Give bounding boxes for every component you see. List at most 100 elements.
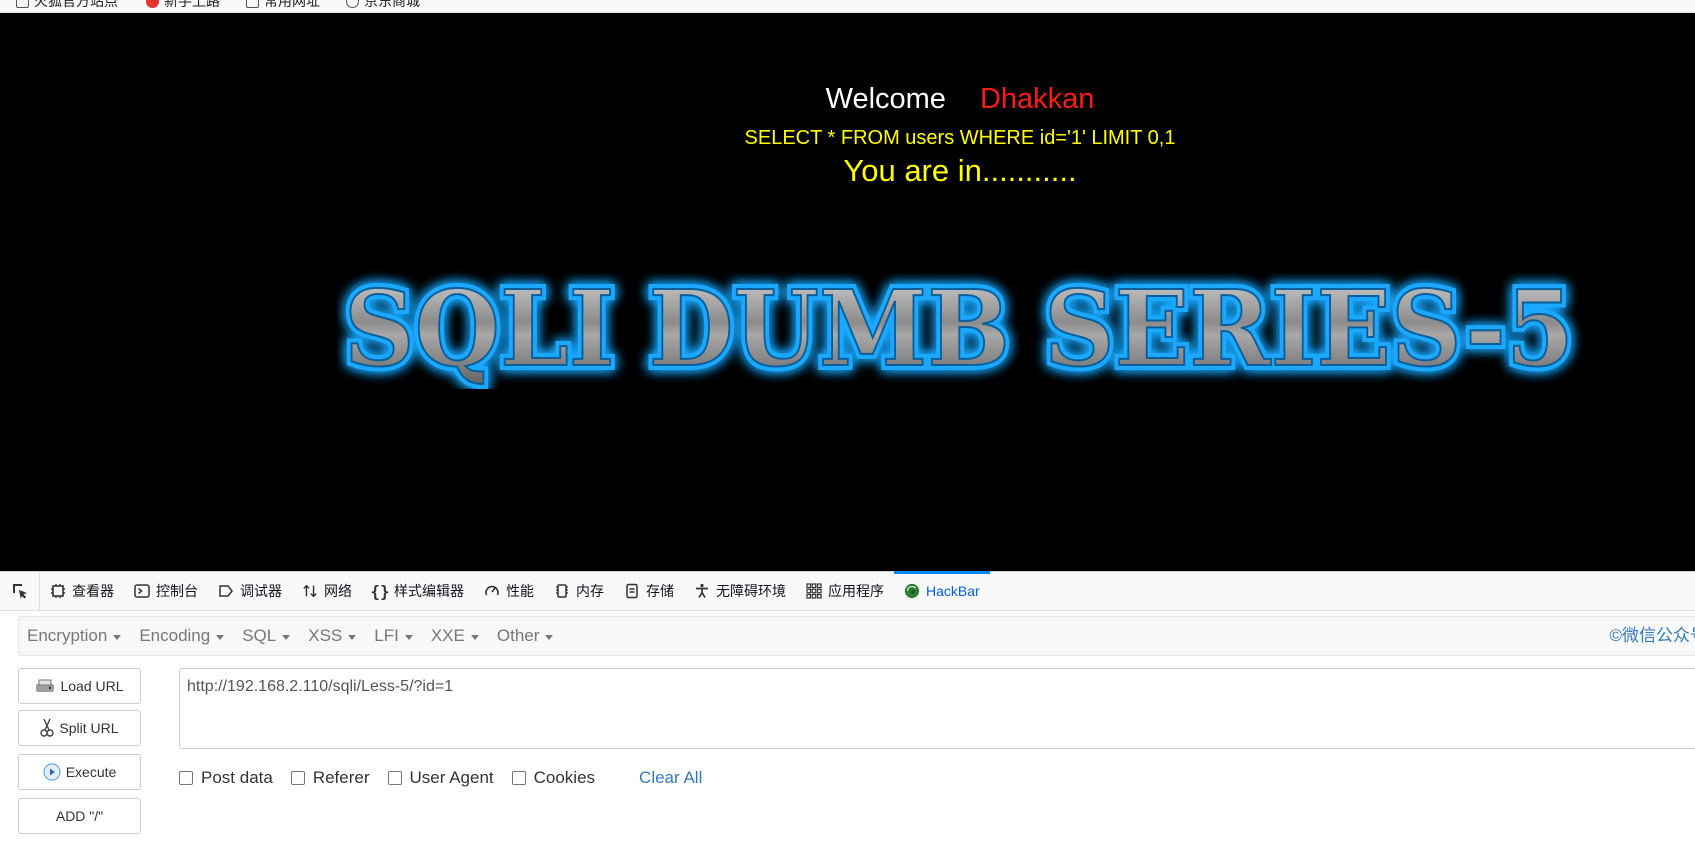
bookmarks-bar: 火狐官方站点 新手上路 常用网址 京东商城: [0, 0, 1695, 13]
caret-down-icon: [545, 634, 554, 640]
menu-encoding[interactable]: Encoding: [130, 626, 233, 646]
caret-down-icon: [348, 634, 357, 640]
button-label: ADD "/": [55, 808, 104, 824]
tab-inspector[interactable]: 查看器: [40, 572, 124, 610]
button-label: Execute: [65, 764, 117, 780]
split-url-button[interactable]: Split URL: [18, 710, 141, 746]
tab-label: 查看器: [72, 583, 114, 599]
menu-xss[interactable]: XSS: [299, 626, 365, 646]
user-name: Dhakkan: [979, 83, 1095, 115]
devtools-toolbar: 查看器 控制台 调试器 网络 {} 样式编辑器 性能 内存 存储 无障碍环境 应…: [0, 571, 1695, 611]
load-url-button[interactable]: Load URL: [18, 668, 141, 704]
button-label: Load URL: [60, 678, 124, 694]
bookmark-item[interactable]: 火狐官方站点: [16, 0, 118, 11]
element-picker-button[interactable]: [0, 572, 40, 610]
tab-style-editor[interactable]: {} 样式编辑器: [362, 572, 474, 610]
tab-memory[interactable]: 内存: [544, 572, 614, 610]
cookies-checkbox[interactable]: Cookies: [511, 768, 595, 788]
menu-label: XXE: [430, 626, 465, 645]
application-icon: [806, 583, 822, 599]
sqli-banner-logo: SQLI DUMB SERIES-5 SQLI DUMB SERIES-5: [339, 262, 1579, 389]
tab-debugger[interactable]: 调试器: [208, 572, 292, 610]
tab-console[interactable]: 控制台: [124, 572, 208, 610]
console-icon: [134, 583, 150, 599]
menu-xxe[interactable]: XXE: [422, 626, 488, 646]
tab-label: 样式编辑器: [394, 583, 464, 599]
hackbar-panel: Encryption Encoding SQL XSS LFI XXE Othe…: [0, 611, 1695, 863]
style-editor-icon: {}: [370, 581, 390, 601]
menu-label: Encryption: [27, 626, 108, 645]
menu-encryption[interactable]: Encryption: [19, 626, 130, 646]
tab-storage[interactable]: 存储: [614, 572, 684, 610]
page-icon: [246, 0, 259, 8]
page-icon: [16, 0, 29, 8]
hackbar-menu: Encryption Encoding SQL XSS LFI XXE Othe…: [18, 616, 1695, 656]
menu-other[interactable]: Other: [488, 626, 563, 646]
play-icon: [43, 763, 61, 781]
caret-down-icon: [470, 634, 479, 640]
globe-icon: [346, 0, 359, 8]
tab-label: 无障碍环境: [716, 583, 786, 599]
caret-down-icon: [113, 634, 122, 640]
tab-label: 控制台: [156, 583, 198, 599]
menu-label: LFI: [374, 626, 399, 645]
checkbox-box[interactable]: [290, 771, 305, 785]
network-icon: [302, 583, 318, 599]
bookmark-item[interactable]: 新手上路: [146, 0, 220, 11]
checkbox-label: Post data: [201, 768, 273, 787]
post-data-checkbox[interactable]: Post data: [179, 768, 273, 788]
hackbar-options: Post data Referer User Agent Cookies Cle…: [179, 768, 702, 788]
tab-label: 性能: [506, 583, 534, 599]
checkbox-label: User Agent: [409, 768, 494, 787]
menu-label: SQL: [242, 626, 277, 645]
tab-hackbar[interactable]: HackBar: [894, 571, 990, 610]
tab-label: 内存: [576, 583, 604, 599]
menu-lfi[interactable]: LFI: [365, 626, 422, 646]
status-message: You are in...........: [843, 153, 1077, 188]
add-slash-button[interactable]: ADD "/": [18, 798, 141, 834]
tab-label: HackBar: [926, 583, 980, 599]
debugger-icon: [218, 583, 234, 599]
menu-label: Encoding: [139, 626, 211, 645]
tab-label: 调试器: [240, 583, 282, 599]
tab-label: 应用程序: [828, 583, 884, 599]
url-textarea[interactable]: http://192.168.2.110/sqli/Less-5/?id=1: [179, 668, 1695, 749]
hackbar-icon: [904, 583, 920, 599]
referer-checkbox[interactable]: Referer: [290, 768, 370, 788]
bookmark-item[interactable]: 常用网址: [246, 0, 320, 11]
load-url-icon: [36, 679, 55, 692]
performance-icon: [484, 583, 500, 599]
scissors-icon: [40, 718, 55, 737]
welcome-line: Welcome Dhakkan: [0, 83, 1695, 116]
menu-label: XSS: [308, 626, 343, 645]
bookmark-label: 新手上路: [164, 0, 220, 9]
svg-text:SQLI DUMB SERIES-5: SQLI DUMB SERIES-5: [344, 267, 1574, 389]
watermark-text: ©微信公众号: [1609, 626, 1695, 645]
menu-sql[interactable]: SQL: [233, 626, 299, 646]
checkbox-box[interactable]: [179, 771, 193, 785]
caret-down-icon: [282, 634, 291, 640]
bookmark-label: 常用网址: [264, 0, 320, 9]
sql-query-text: SELECT * FROM users WHERE id='1' LIMIT 0…: [744, 127, 1176, 149]
menu-label: Other: [496, 626, 540, 645]
clear-all-link[interactable]: Clear All: [639, 768, 702, 788]
bookmark-item[interactable]: 京东商城: [346, 0, 420, 11]
firefox-red-icon: [146, 0, 159, 8]
welcome-text: Welcome: [825, 83, 946, 115]
tab-performance[interactable]: 性能: [474, 572, 544, 610]
storage-icon: [624, 583, 640, 599]
tab-label: 存储: [646, 583, 674, 599]
tab-application[interactable]: 应用程序: [796, 572, 894, 610]
accessibility-icon: [694, 583, 710, 599]
caret-down-icon: [404, 634, 413, 640]
element-picker-icon: [12, 584, 27, 599]
tab-accessibility[interactable]: 无障碍环境: [684, 572, 796, 610]
checkbox-box[interactable]: [387, 771, 402, 785]
caret-down-icon: [216, 634, 225, 640]
tab-network[interactable]: 网络: [292, 572, 362, 610]
user-agent-checkbox[interactable]: User Agent: [387, 768, 494, 788]
button-label: Split URL: [59, 720, 119, 736]
checkbox-box[interactable]: [511, 771, 526, 785]
execute-button[interactable]: Execute: [18, 754, 141, 790]
tab-label: 网络: [324, 583, 352, 599]
